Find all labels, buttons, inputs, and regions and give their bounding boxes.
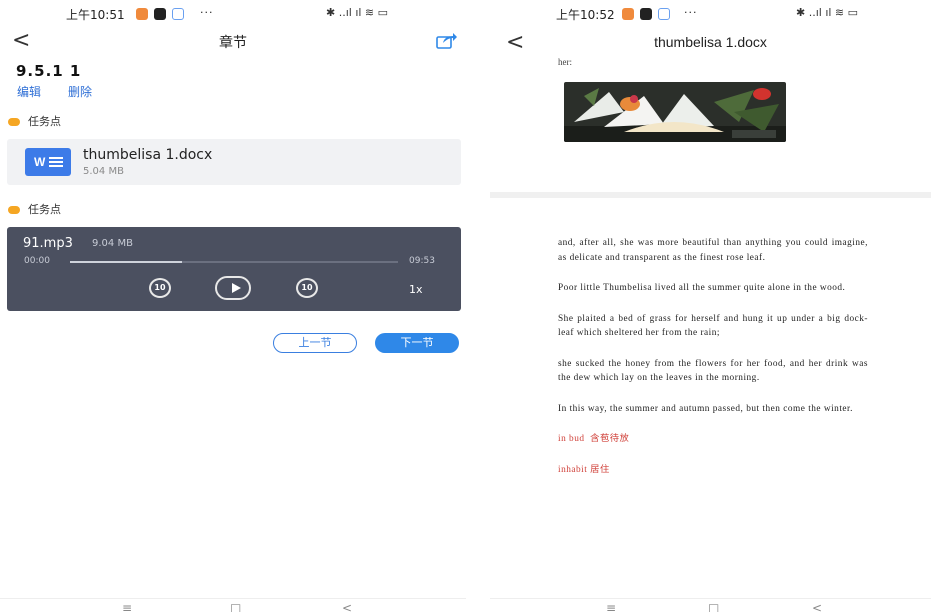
system-nav-bar: ≡ □ <	[0, 598, 466, 612]
document-body: and, after all, she was more beautiful t…	[558, 236, 868, 493]
speed-button[interactable]: 1x	[409, 283, 423, 296]
doc-paragraph: she sucked the honey from the flowers fo…	[558, 358, 868, 384]
app-icon	[172, 8, 184, 20]
document-viewer-screen: 上午10:52 ··· ✱ ..ıl ıl ≋ ▭ < thumbelisa 1…	[490, 0, 931, 612]
current-time: 00:00	[24, 256, 50, 266]
rewind-10-icon[interactable]: 10	[149, 278, 171, 298]
delete-link[interactable]: 删除	[68, 83, 92, 100]
doc-paragraph: In this way, the summer and autumn passe…	[558, 403, 853, 414]
more-notifications-icon: ···	[200, 6, 214, 19]
audio-size: 9.04 MB	[92, 238, 133, 249]
status-time: 上午10:52	[556, 8, 615, 22]
menu-icon[interactable]: ≡	[122, 601, 132, 612]
flower-illustration	[564, 82, 786, 142]
task-dot-icon	[8, 206, 20, 214]
page-divider	[490, 192, 931, 198]
task-point-label: 任务点	[8, 201, 61, 217]
file-card[interactable]: W thumbelisa 1.docx 5.04 MB	[7, 139, 461, 185]
progress-slider[interactable]	[70, 261, 398, 263]
next-section-button[interactable]: 下一节	[375, 333, 459, 353]
audio-name: 91.mp3	[23, 236, 73, 251]
system-back-icon[interactable]: <	[342, 601, 352, 612]
system-back-icon[interactable]: <	[812, 601, 822, 612]
section-name: 9.5.1 1	[16, 62, 82, 80]
thumbelina-illustration	[564, 82, 786, 142]
chapter-screen: 上午10:51 ··· ✱ ..ıl ıl ≋ ▭ < 章节 9.5.1 1 编…	[0, 0, 466, 612]
forward-10-icon[interactable]: 10	[296, 278, 318, 298]
document-title: thumbelisa 1.docx	[654, 34, 767, 50]
doc-paragraph: Poor little Thumbelisa lived all the sum…	[558, 283, 846, 293]
play-button[interactable]	[215, 276, 251, 300]
status-bar: 上午10:51 ··· ✱ ..ıl ıl ≋ ▭	[0, 6, 466, 26]
word-file-icon: W	[25, 148, 71, 176]
file-size: 5.04 MB	[83, 166, 124, 177]
more-notifications-icon: ···	[684, 6, 698, 19]
status-time: 上午10:51	[66, 8, 125, 22]
task-point-label: 任务点	[8, 113, 61, 129]
tiktok-icon	[154, 8, 166, 20]
play-icon	[232, 283, 241, 293]
vocab-note: inhabit 居住	[558, 464, 610, 475]
home-icon[interactable]: □	[230, 601, 241, 612]
vocab-note: in bud 含苞待放	[558, 434, 630, 444]
tiktok-icon	[640, 8, 652, 20]
status-bar: 上午10:52 ··· ✱ ..ıl ıl ≋ ▭	[490, 6, 931, 26]
duration: 09:53	[409, 256, 435, 266]
notification-icon	[136, 8, 148, 20]
doc-text-fragment: her:	[558, 57, 572, 67]
progress-fill	[70, 261, 182, 263]
audio-player: 91.mp3 9.04 MB 00:00 09:53 10 10 1x	[7, 227, 461, 311]
nav-bar: < 章节	[0, 30, 466, 58]
signal-icons: ✱ ..ıl ıl ≋ ▭	[326, 6, 389, 19]
edit-link[interactable]: 编辑	[17, 83, 41, 100]
notification-icon	[622, 8, 634, 20]
nav-bar: < thumbelisa 1.docx	[490, 32, 931, 60]
file-name: thumbelisa 1.docx	[83, 147, 213, 163]
app-icon	[658, 8, 670, 20]
doc-paragraph: She plaited a bed of grass for herself a…	[558, 313, 868, 339]
system-nav-bar: ≡ □ <	[490, 598, 931, 612]
doc-paragraph: and, after all, she was more beautiful t…	[558, 238, 868, 263]
task-dot-icon	[8, 118, 20, 126]
share-icon[interactable]	[436, 32, 458, 50]
home-icon[interactable]: □	[708, 601, 719, 612]
menu-icon[interactable]: ≡	[606, 601, 616, 612]
prev-section-button[interactable]: 上一节	[273, 333, 357, 353]
page-title: 章节	[219, 35, 247, 51]
signal-icons: ✱ ..ıl ıl ≋ ▭	[796, 6, 859, 19]
